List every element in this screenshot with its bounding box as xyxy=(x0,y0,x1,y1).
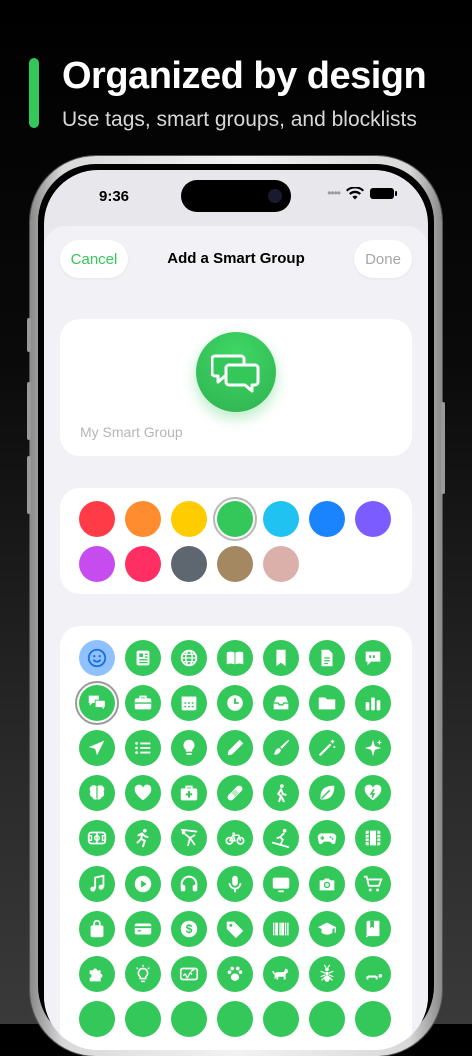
book-icon[interactable] xyxy=(217,640,253,676)
running-icon[interactable] xyxy=(125,820,161,857)
document-icon[interactable] xyxy=(309,640,345,676)
phone-volume-up-button xyxy=(27,382,31,440)
message-bubbles-icon[interactable] xyxy=(79,685,115,722)
shopping-bag-icon[interactable] xyxy=(79,910,115,947)
briefcase-icon[interactable] xyxy=(125,685,161,722)
dollar-icon[interactable]: $ xyxy=(171,910,207,947)
svg-text:$: $ xyxy=(186,922,193,936)
phone-volume-down-button xyxy=(27,456,31,514)
icon-picker-card: $ xyxy=(60,626,412,1050)
tray-icon[interactable] xyxy=(263,685,299,722)
film-icon[interactable] xyxy=(355,820,391,857)
group-name-input[interactable] xyxy=(78,423,392,441)
color-swatch[interactable] xyxy=(263,546,299,582)
lightbulb-icon[interactable] xyxy=(171,730,207,767)
first-aid-icon[interactable] xyxy=(171,775,207,812)
phone-power-button xyxy=(441,402,445,494)
tortoise-icon[interactable] xyxy=(355,955,391,992)
bicycle-icon[interactable] xyxy=(217,820,253,857)
wifi-icon xyxy=(346,186,364,199)
quote-bubble-icon[interactable] xyxy=(355,640,391,676)
front-camera xyxy=(268,189,282,203)
chart-icon[interactable] xyxy=(355,685,391,722)
skiing-icon[interactable] xyxy=(263,820,299,857)
tv-icon[interactable] xyxy=(263,865,299,902)
battery-icon xyxy=(370,187,397,199)
barcode-icon[interactable] xyxy=(263,910,299,947)
stadium-icon[interactable] xyxy=(79,820,115,857)
paintbrush-icon[interactable] xyxy=(263,730,299,767)
leaf-icon[interactable] xyxy=(309,775,345,812)
newspaper-icon[interactable] xyxy=(125,640,161,676)
graduation-cap-icon[interactable] xyxy=(309,910,345,947)
magic-wand-icon[interactable] xyxy=(309,730,345,767)
message-bubbles-icon xyxy=(196,332,276,412)
signature-icon[interactable] xyxy=(171,955,207,992)
partial-icon-1[interactable] xyxy=(79,1000,115,1037)
globe-icon[interactable] xyxy=(171,640,207,676)
brain-icon[interactable] xyxy=(79,775,115,812)
headphones-icon[interactable] xyxy=(171,865,207,902)
smiley-icon[interactable] xyxy=(79,640,115,676)
promo-title: Organized by design xyxy=(62,55,427,97)
cart-icon[interactable] xyxy=(355,865,391,902)
partial-icon-6[interactable] xyxy=(309,1000,345,1037)
phone-screen: 9:36 •••• Cancel Add a Smart Group Done … xyxy=(44,170,428,1050)
dog-icon[interactable] xyxy=(263,955,299,992)
camera-icon[interactable] xyxy=(309,865,345,902)
pencil-icon[interactable] xyxy=(217,730,253,767)
color-swatch[interactable] xyxy=(125,546,161,582)
color-swatch[interactable] xyxy=(355,501,391,537)
color-picker-card xyxy=(60,488,412,594)
color-swatch[interactable] xyxy=(309,501,345,537)
puzzle-icon[interactable] xyxy=(79,955,115,992)
partial-icon-3[interactable] xyxy=(171,1000,207,1037)
credit-card-icon[interactable] xyxy=(125,910,161,947)
color-swatch[interactable] xyxy=(79,501,115,537)
add-smart-group-sheet: Cancel Add a Smart Group Done $ xyxy=(44,226,428,1050)
tag-icon[interactable] xyxy=(217,910,253,947)
gamepad-icon[interactable] xyxy=(309,820,345,857)
heart-bolt-icon[interactable] xyxy=(355,775,391,812)
folder-icon[interactable] xyxy=(309,685,345,722)
walking-icon[interactable] xyxy=(263,775,299,812)
signal-dots-icon: •••• xyxy=(327,186,341,200)
color-swatch[interactable] xyxy=(171,501,207,537)
partial-icon-5[interactable] xyxy=(263,1000,299,1037)
paw-icon[interactable] xyxy=(217,955,253,992)
calendar-icon[interactable] xyxy=(171,685,207,722)
accent-bar xyxy=(29,58,39,128)
ant-icon[interactable] xyxy=(309,955,345,992)
promo-subtitle: Use tags, smart groups, and blocklists xyxy=(62,108,417,131)
color-swatch[interactable] xyxy=(217,501,253,537)
partial-icon-4[interactable] xyxy=(217,1000,253,1037)
heart-icon[interactable] xyxy=(125,775,161,812)
gymnastics-icon[interactable] xyxy=(171,820,207,857)
color-swatch[interactable] xyxy=(79,546,115,582)
microphone-icon[interactable] xyxy=(217,865,253,902)
color-swatch[interactable] xyxy=(125,501,161,537)
music-note-icon[interactable] xyxy=(79,865,115,902)
status-time: 9:36 xyxy=(99,188,130,205)
partial-icon-7[interactable] xyxy=(355,1000,391,1037)
list-icon[interactable] xyxy=(125,730,161,767)
color-swatch[interactable] xyxy=(171,546,207,582)
done-button[interactable]: Done xyxy=(354,240,412,278)
bandage-icon[interactable] xyxy=(217,775,253,812)
color-swatch[interactable] xyxy=(217,546,253,582)
phone-action-button xyxy=(27,318,31,352)
color-swatch[interactable] xyxy=(263,501,299,537)
partial-icon-2[interactable] xyxy=(125,1000,161,1037)
paper-plane-icon[interactable] xyxy=(79,730,115,767)
group-preview-card xyxy=(60,319,412,456)
closed-book-icon[interactable] xyxy=(355,910,391,947)
play-icon[interactable] xyxy=(125,865,161,902)
bulb-idea-icon[interactable] xyxy=(125,955,161,992)
clock-icon[interactable] xyxy=(217,685,253,722)
sparkles-icon[interactable] xyxy=(355,730,391,767)
bookmark-icon[interactable] xyxy=(263,640,299,676)
status-indicators: •••• xyxy=(327,186,397,200)
